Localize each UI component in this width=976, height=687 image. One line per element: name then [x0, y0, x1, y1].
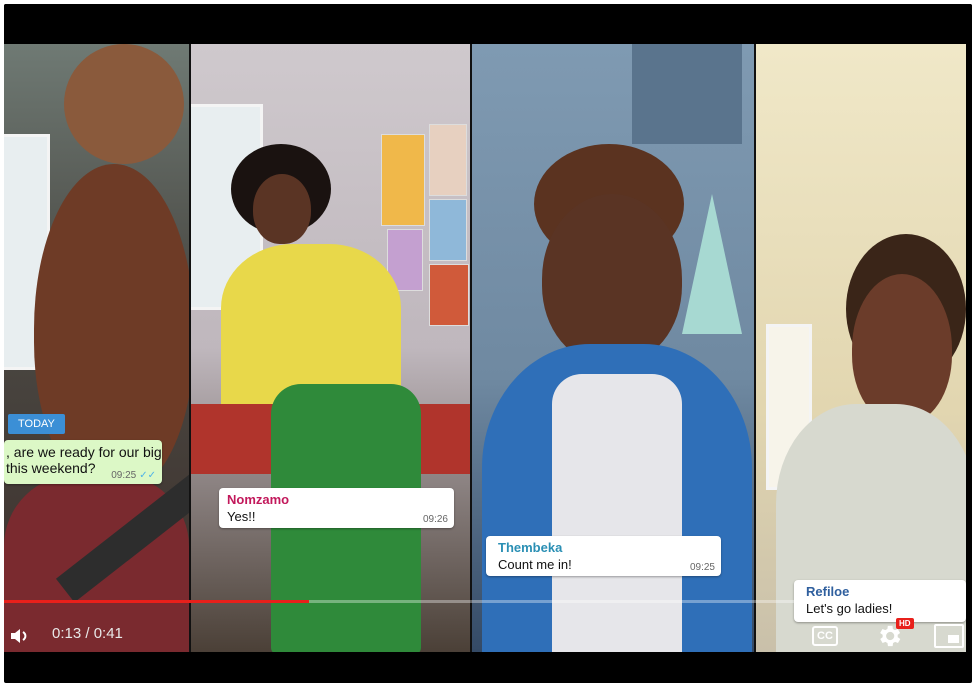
video-panel-2 — [191, 44, 470, 652]
hd-badge: HD — [896, 618, 914, 629]
person-body — [221, 244, 401, 404]
sender-name: Refiloe — [806, 584, 850, 599]
wall-drawing — [429, 124, 467, 196]
chat-bubble-nomzamo: Nomzamo Yes!! 09:26 — [219, 488, 454, 528]
chat-bubble-thembeka: Thembeka Count me in! 09:25 — [486, 536, 721, 576]
progress-bar[interactable] — [4, 600, 966, 603]
sender-name: Nomzamo — [227, 492, 290, 507]
white-top — [552, 374, 682, 652]
player-top-bar — [4, 4, 972, 42]
wall-drawing — [429, 264, 469, 326]
person-face — [253, 174, 311, 244]
person-face — [542, 194, 682, 364]
message-time-text: 09:25 — [111, 470, 137, 481]
video-surface[interactable]: TODAY , are we ready for our big this we… — [4, 44, 966, 652]
time-display: 0:13 / 0:41 — [52, 625, 123, 642]
message-text: Yes!! — [227, 509, 256, 524]
message-time: 09:25 — [689, 562, 715, 573]
message-time: 09:26 — [422, 514, 448, 525]
video-panel-1 — [4, 44, 189, 652]
video-panel-4 — [756, 44, 966, 652]
progress-bar-played — [4, 600, 309, 603]
wall-shadow — [632, 44, 742, 144]
chat-bubble-sent: , are we ready for our big this weekend?… — [4, 440, 162, 484]
cc-icon[interactable]: CC — [812, 626, 838, 646]
volume-icon[interactable] — [8, 624, 32, 648]
cc-label: CC — [817, 630, 833, 642]
miniplayer-inner — [948, 635, 959, 643]
message-line-1: , are we ready for our big — [6, 444, 162, 460]
teepee — [682, 194, 742, 334]
wall-drawing — [381, 134, 425, 226]
wall-drawing — [429, 199, 467, 261]
message-time: 09:25 ✓✓ — [111, 470, 156, 481]
hair-bun — [64, 44, 184, 164]
message-text: Let's go ladies! — [806, 601, 893, 616]
person-face — [852, 274, 952, 424]
sender-name: Thembeka — [498, 540, 563, 555]
date-badge: TODAY — [8, 414, 65, 434]
miniplayer-icon[interactable] — [934, 624, 964, 648]
double-check-icon: ✓✓ — [139, 470, 156, 481]
message-text: Count me in! — [498, 557, 572, 572]
